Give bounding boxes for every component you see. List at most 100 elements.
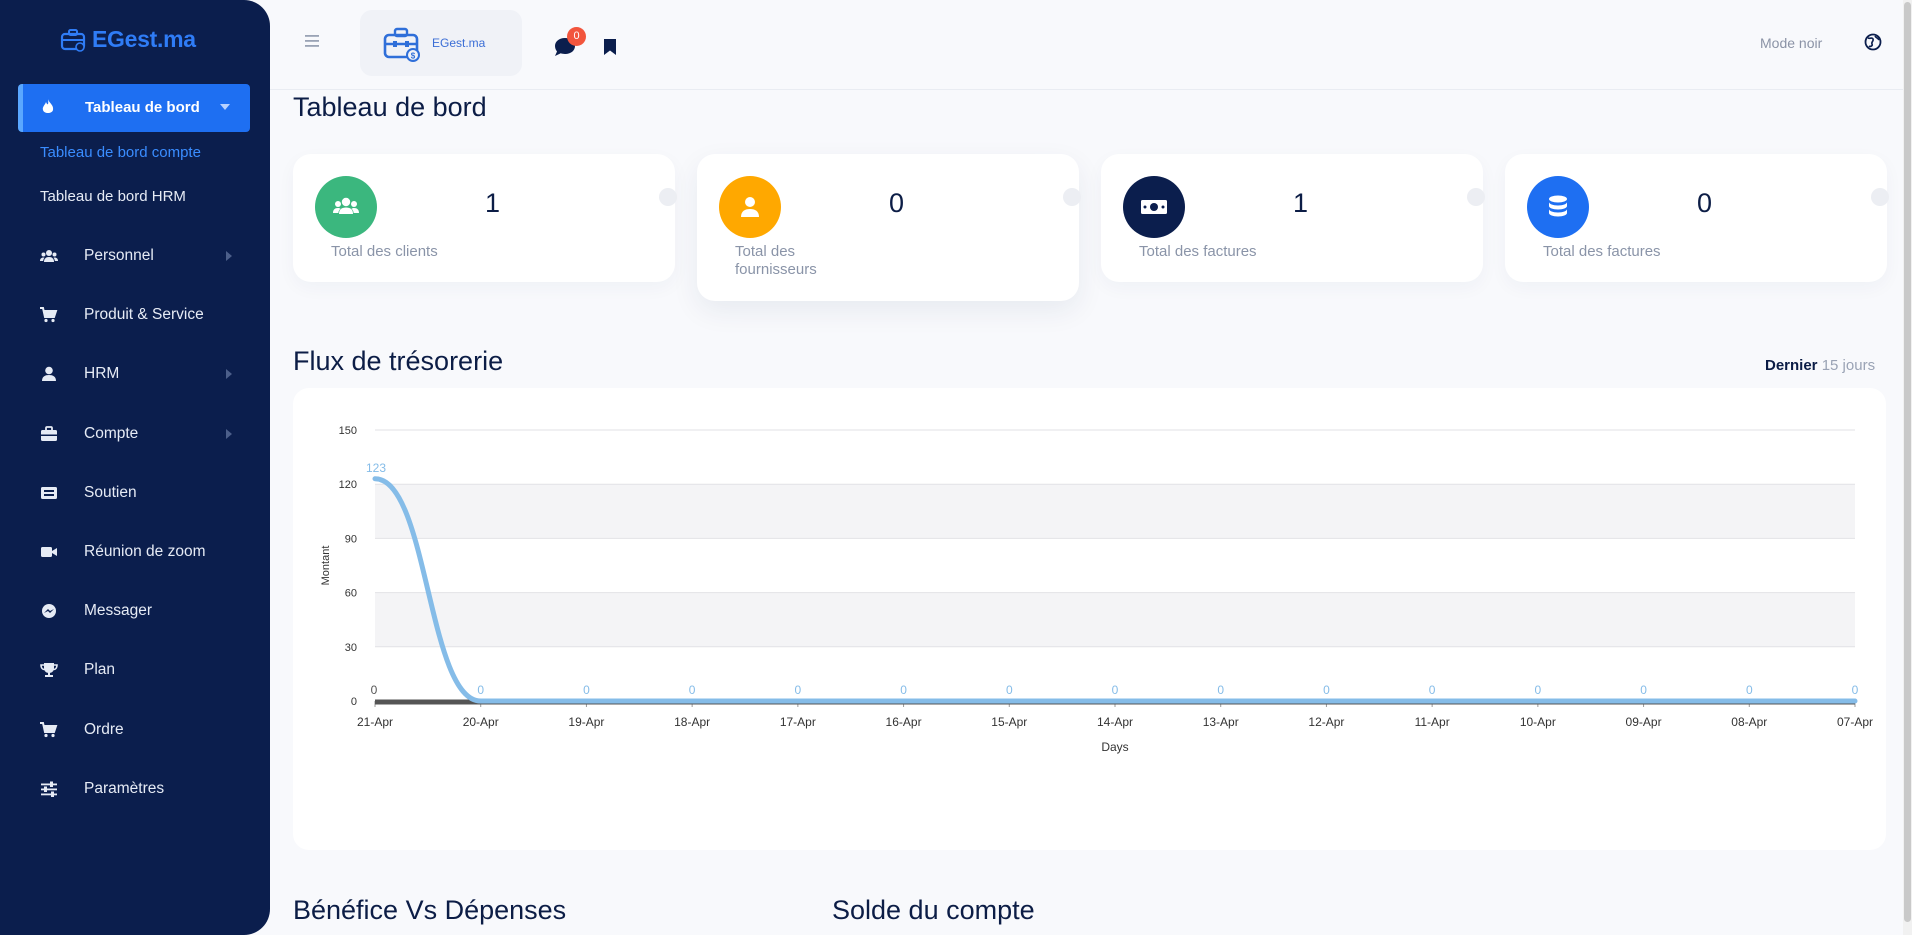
cashflow-chart: 0 30 60 90 120 150 Montant 21-Apr 20-Apr 19-Apr 18… (320, 425, 1873, 754)
sidebar-item-label: Compte (84, 424, 139, 442)
bookmark-icon[interactable] (603, 38, 617, 56)
data-label: 123 (366, 461, 386, 475)
cart-icon (40, 307, 58, 323)
sidebar-item-zoom-meeting[interactable]: Réunion de zoom (18, 532, 250, 572)
app-logo[interactable]: EGest.ma (60, 26, 196, 53)
x-tick-label: 10-Apr (1520, 715, 1556, 729)
sidebar-item-label: Tableau de bord (85, 99, 200, 116)
sidebar-item-label: HRM (84, 365, 120, 383)
cashflow-title: Flux de trésorerie (293, 346, 504, 376)
data-label: 0 (477, 683, 484, 697)
sidebar-item-label: Paramètres (84, 779, 165, 797)
money-icon (1141, 200, 1167, 214)
stat-value: 0 (1697, 188, 1713, 218)
stat-value: 1 (485, 188, 501, 218)
topbar-divider (270, 89, 1912, 90)
stat-label: Total des clients (331, 243, 438, 260)
svg-text:$: $ (411, 52, 416, 61)
video-icon (41, 547, 57, 557)
sidebar-item-account[interactable]: Compte (18, 414, 250, 454)
x-tick-label: 21-Apr (357, 715, 393, 729)
data-label: 0 (1640, 683, 1647, 697)
sidebar-item-personnel[interactable]: Personnel (18, 236, 250, 276)
menu-toggle-icon[interactable] (304, 34, 320, 48)
sidebar-item-product-service[interactable]: Produit & Service (18, 295, 250, 335)
x-axis-label: Days (1101, 740, 1128, 754)
users-icon (40, 250, 58, 262)
cart-icon (40, 721, 58, 737)
drag-handle-icon[interactable] (659, 188, 677, 206)
scrollbar-thumb[interactable] (1904, 2, 1911, 922)
sidebar-item-label: Plan (84, 661, 116, 679)
sidebar-item-label: Ordre (84, 720, 124, 738)
stat-card-invoices-2: 0 Total des factures (1505, 154, 1889, 282)
sidebar-item-settings[interactable]: Paramètres (18, 769, 250, 809)
x-tick-label: 07-Apr (1837, 715, 1873, 729)
sidebar-item-label: Personnel (84, 247, 154, 264)
data-label: 0 (583, 683, 590, 697)
cashflow-range[interactable]: Dernier 15 jours (1765, 357, 1875, 374)
logo-text: EGest.ma (92, 26, 196, 52)
sidebar-item-hrm[interactable]: HRM (18, 354, 250, 394)
sidebar-item-messenger[interactable]: Messager (18, 591, 250, 631)
account-balance-title: Solde du compte (832, 895, 1035, 925)
cashflow-chart-card: 0 30 60 90 120 150 Montant 21-Apr 20-Apr 19-Apr 18… (293, 388, 1886, 850)
x-tick-label: 11-Apr (1415, 715, 1450, 729)
sidebar-subitem-account-dashboard[interactable]: Tableau de bord compte (40, 144, 201, 161)
flame-icon (42, 99, 54, 113)
dark-mode-toggle[interactable]: Mode noir (1760, 35, 1822, 51)
stat-card-invoices: 1 Total des factures (1101, 154, 1485, 282)
page-title: Tableau de bord (293, 92, 487, 122)
sidebar-subitem-hrm-dashboard[interactable]: Tableau de bord HRM (40, 188, 186, 205)
range-value: 15 jours (1821, 357, 1876, 374)
x-tick-label: 13-Apr (1203, 715, 1239, 729)
drag-handle-icon[interactable] (1063, 188, 1081, 206)
x-tick-label: 17-Apr (780, 715, 816, 729)
sidebar-subitem-label: Tableau de bord HRM (40, 188, 186, 205)
data-label: 0 (1746, 683, 1753, 697)
sidebar-item-dashboard[interactable]: Tableau de bord (18, 84, 250, 132)
database-icon (1549, 195, 1567, 217)
data-label: 0 (1323, 683, 1330, 697)
globe-icon[interactable] (1864, 33, 1882, 51)
grid-band (375, 484, 1855, 539)
stat-value: 1 (1293, 188, 1309, 218)
chevron-down-icon (220, 104, 230, 110)
range-prefix: Dernier (1765, 357, 1818, 374)
user-icon (741, 197, 759, 217)
x-tick-label: 14-Apr (1097, 715, 1133, 729)
ticket-icon (41, 486, 57, 499)
messenger-icon (42, 604, 56, 619)
drag-handle-icon[interactable] (1467, 188, 1485, 206)
stat-icon-circle (315, 176, 377, 238)
brand-name: EGest.ma (432, 36, 486, 50)
trophy-icon (40, 663, 58, 678)
x-tick-label: 12-Apr (1308, 715, 1344, 729)
y-axis-label: Montant (320, 546, 332, 586)
company-switcher[interactable]: $ EGest.ma (360, 10, 522, 76)
sidebar-subitem-label: Tableau de bord compte (40, 144, 201, 161)
x-tick-label: 09-Apr (1626, 715, 1662, 729)
users-icon (333, 197, 359, 214)
sidebar-item-support[interactable]: Soutien (18, 473, 250, 513)
drag-handle-icon[interactable] (1871, 188, 1889, 206)
chevron-right-icon (226, 251, 232, 261)
sidebar-item-order[interactable]: Ordre (18, 710, 250, 750)
sidebar-item-plan[interactable]: Plan (18, 650, 250, 690)
chevron-right-icon (226, 369, 232, 380)
stat-icon-circle (1527, 176, 1589, 238)
stat-card-clients: 1 Total des clients (293, 154, 677, 282)
sidebar-item-label: Messager (84, 602, 153, 620)
y-tick-label: 90 (345, 533, 357, 545)
profit-expense-title: Bénéfice Vs Dépenses (293, 895, 567, 925)
data-label: 0 (1217, 683, 1224, 697)
data-label: 0 (900, 683, 907, 697)
data-label: 0 (1112, 683, 1119, 697)
sidebar-item-label: Soutien (84, 483, 137, 501)
stat-value: 0 (889, 188, 905, 218)
page-scrollbar[interactable] (1903, 0, 1912, 935)
briefcase-logo-icon (60, 28, 86, 52)
briefcase-icon: $ (383, 27, 420, 62)
sidebar-item-label: Réunion de zoom (84, 543, 206, 560)
y-tick-label: 30 (345, 642, 357, 654)
